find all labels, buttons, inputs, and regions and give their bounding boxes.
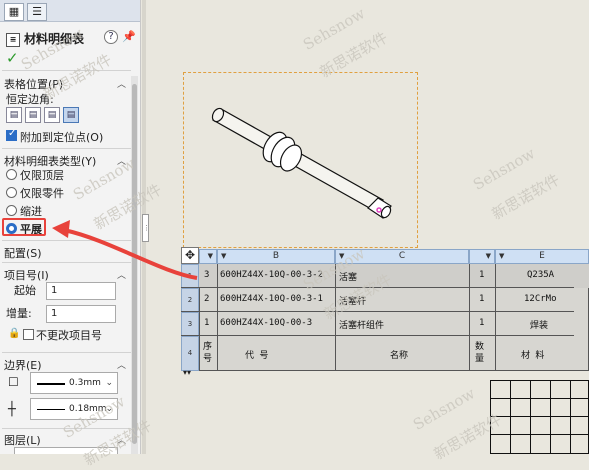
red-arrow-annotation <box>52 220 198 280</box>
